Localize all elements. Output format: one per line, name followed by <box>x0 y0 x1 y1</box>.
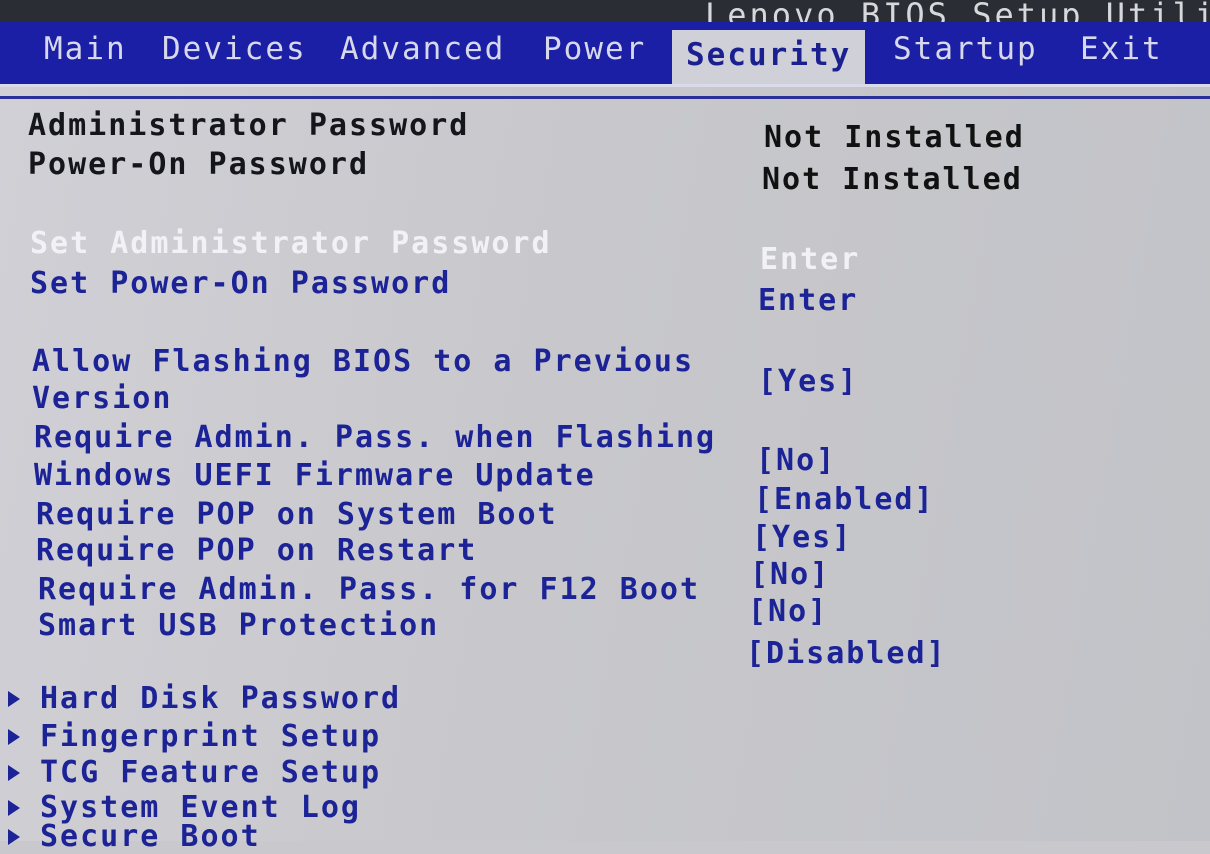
admin-password-label: Administrator Password <box>28 108 470 143</box>
tab-exit[interactable]: Exit <box>1080 24 1163 78</box>
smart-usb-protection-label[interactable]: Smart USB Protection <box>38 608 439 643</box>
set-admin-password-value[interactable]: Enter <box>760 242 860 277</box>
submenu-fingerprint-setup[interactable]: Fingerprint Setup <box>8 718 381 754</box>
tab-main[interactable]: Main <box>44 24 127 78</box>
submenu-secure-boot[interactable]: Secure Boot <box>8 818 261 854</box>
tab-advanced[interactable]: Advanced <box>340 24 505 78</box>
header-divider <box>0 96 1210 99</box>
require-pop-boot-value[interactable]: [Yes] <box>752 520 852 555</box>
allow-flashing-previous-label-line2[interactable]: Version <box>32 381 172 416</box>
require-pop-boot-label[interactable]: Require POP on System Boot <box>36 497 558 532</box>
tab-devices[interactable]: Devices <box>162 24 307 78</box>
submenu-arrow-icon <box>8 828 20 845</box>
require-admin-flashing-value[interactable]: [No] <box>756 443 836 478</box>
submenu-arrow-icon <box>8 799 20 816</box>
require-admin-f12-label[interactable]: Require Admin. Pass. for F12 Boot <box>38 572 700 607</box>
admin-password-status: Not Installed <box>764 120 1025 155</box>
require-admin-f12-value[interactable]: [No] <box>748 594 828 629</box>
power-on-password-label: Power-On Password <box>28 147 370 182</box>
bios-screen: Lenovo BIOS Setup Utilit Main Devices Ad… <box>0 0 1210 854</box>
require-pop-restart-label[interactable]: Require POP on Restart <box>36 533 477 568</box>
submenu-hard-disk-password[interactable]: Hard Disk Password <box>8 680 401 716</box>
top-bezel-bar: Lenovo BIOS Setup Utilit <box>0 0 1210 34</box>
submenu-arrow-icon <box>8 764 20 781</box>
set-admin-password-item[interactable]: Set Administrator Password <box>30 226 552 261</box>
set-power-on-password-item[interactable]: Set Power-On Password <box>30 266 451 301</box>
require-pop-restart-value[interactable]: [No] <box>750 557 830 592</box>
smart-usb-protection-value[interactable]: [Disabled] <box>746 636 947 671</box>
submenu-arrow-icon <box>8 690 20 707</box>
submenu-label: Fingerprint Setup <box>40 719 382 754</box>
tab-security[interactable]: Security <box>672 30 866 84</box>
allow-flashing-previous-label-line1[interactable]: Allow Flashing BIOS to a Previous <box>32 344 694 379</box>
submenu-label: Hard Disk Password <box>40 681 402 716</box>
tab-startup[interactable]: Startup <box>893 24 1038 78</box>
windows-uefi-update-value[interactable]: [Enabled] <box>754 482 935 517</box>
menu-bar: Main Devices Advanced Power Security Sta… <box>0 22 1210 87</box>
submenu-label: Secure Boot <box>40 819 261 854</box>
tab-power[interactable]: Power <box>543 24 646 78</box>
set-power-on-password-value[interactable]: Enter <box>758 283 858 318</box>
allow-flashing-previous-value[interactable]: [Yes] <box>758 364 858 399</box>
submenu-tcg-feature-setup[interactable]: TCG Feature Setup <box>8 754 381 790</box>
power-on-password-status: Not Installed <box>762 162 1023 197</box>
submenu-arrow-icon <box>8 728 20 745</box>
windows-uefi-update-label[interactable]: Windows UEFI Firmware Update <box>34 458 596 493</box>
submenu-label: TCG Feature Setup <box>40 755 382 790</box>
require-admin-flashing-label[interactable]: Require Admin. Pass. when Flashing <box>34 420 716 455</box>
